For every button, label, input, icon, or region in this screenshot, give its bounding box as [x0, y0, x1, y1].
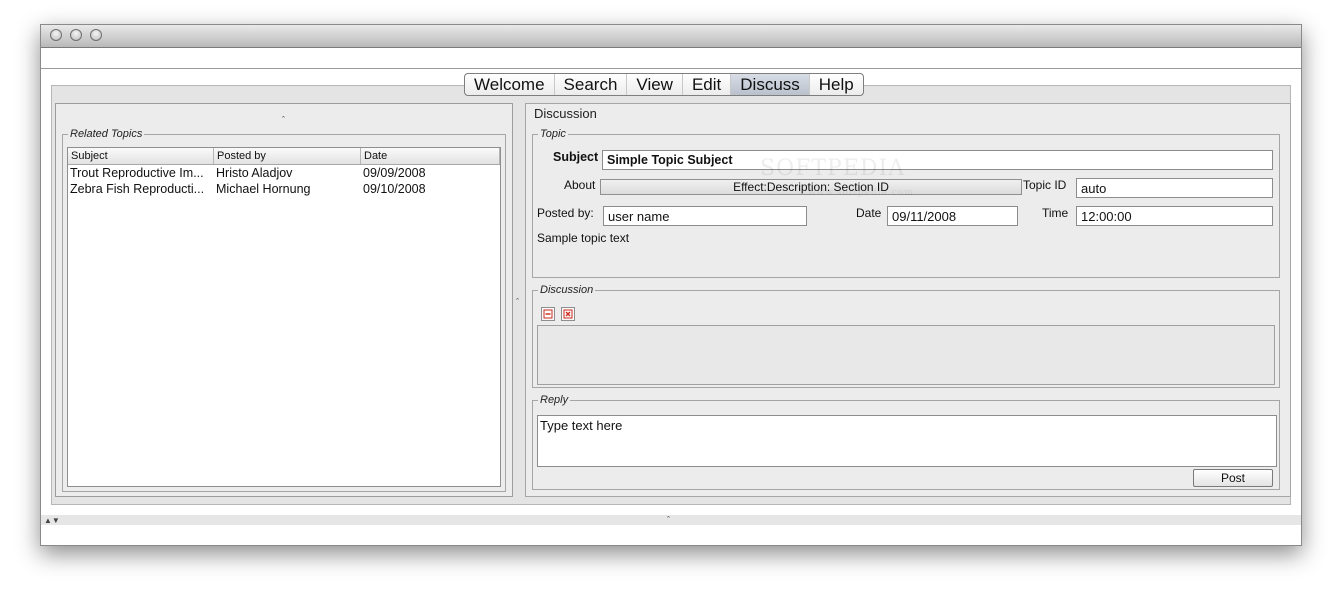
discussion-group: Discussion	[532, 283, 1280, 388]
tab-discuss[interactable]: Discuss	[731, 74, 810, 95]
minus-icon[interactable]	[541, 307, 555, 321]
column-header-posted-by[interactable]: Posted by	[214, 148, 361, 164]
time-label: Time	[1042, 206, 1069, 220]
tab-help[interactable]: Help	[810, 74, 863, 95]
topic-id-label: Topic ID	[1023, 178, 1067, 192]
posted-by-field[interactable]: user name	[603, 206, 807, 226]
subject-label: Subject	[553, 150, 599, 164]
status-bar: ▲▼ ˆ	[41, 515, 1301, 525]
post-button[interactable]: Post	[1193, 469, 1273, 487]
table-header: Subject Posted by Date	[68, 148, 500, 165]
split-divider-icon[interactable]: ˆ	[516, 298, 519, 307]
minimize-window-button[interactable]	[70, 29, 82, 41]
zoom-window-button[interactable]	[90, 29, 102, 41]
topic-id-field[interactable]: auto	[1076, 178, 1273, 198]
tab-welcome[interactable]: Welcome	[465, 74, 555, 95]
discussion-thread-area[interactable]	[537, 325, 1275, 385]
related-topics-legend: Related Topics	[68, 127, 145, 141]
posted-by-label: Posted by:	[537, 206, 594, 220]
bottom-split-icon[interactable]: ˆ	[667, 516, 670, 525]
title-bar	[41, 25, 1301, 48]
cell-subject: Zebra Fish Reproducti...	[70, 182, 205, 196]
close-window-button[interactable]	[50, 29, 62, 41]
cell-subject: Trout Reproductive Im...	[70, 166, 204, 180]
close-x-icon[interactable]	[561, 307, 575, 321]
discussion-pane: Discussion Topic Subject Simple Topic Su…	[525, 103, 1291, 497]
related-topics-pane: ˆ Related Topics Subject Posted by Date …	[55, 103, 513, 497]
table-row[interactable]: Zebra Fish Reproducti... Michael Hornung…	[68, 181, 500, 197]
time-field[interactable]: 12:00:00	[1076, 206, 1273, 226]
date-field[interactable]: 09/11/2008	[887, 206, 1018, 226]
related-topics-group: Related Topics Subject Posted by Date Tr…	[62, 127, 506, 492]
reply-textarea[interactable]: Type text here	[537, 415, 1277, 467]
discussion-pane-title: Discussion	[532, 106, 599, 121]
toolbar-strip	[41, 48, 1301, 69]
cell-date: 09/10/2008	[363, 182, 426, 196]
watermark-logo: SOFTPEDIA	[760, 156, 906, 181]
main-menu-tabs: Welcome Search View Edit Discuss Help	[464, 73, 864, 96]
cell-date: 09/09/2008	[363, 166, 426, 180]
app-window: Welcome Search View Edit Discuss Help ˆ …	[40, 24, 1302, 546]
topic-group: Topic Subject Simple Topic Subject About…	[532, 127, 1280, 278]
table-row[interactable]: Trout Reproductive Im... Hristo Aladjov …	[68, 165, 500, 181]
about-label: About	[564, 178, 596, 192]
tab-edit[interactable]: Edit	[683, 74, 732, 95]
cell-posted-by: Michael Hornung	[216, 182, 311, 196]
column-header-date[interactable]: Date	[361, 148, 500, 164]
cell-posted-by: Hristo Aladjov	[216, 166, 293, 180]
reply-group: Reply Type text here Post	[532, 393, 1280, 490]
split-arrows-icon[interactable]: ▲▼	[44, 516, 60, 525]
tab-search[interactable]: Search	[555, 74, 628, 95]
related-topics-table: Subject Posted by Date Trout Reproductiv…	[67, 147, 501, 487]
reply-legend: Reply	[538, 393, 571, 407]
topic-legend: Topic	[538, 127, 568, 141]
subject-field[interactable]: Simple Topic Subject	[602, 150, 1273, 170]
date-label: Date	[856, 206, 882, 220]
column-header-subject[interactable]: Subject	[68, 148, 214, 164]
collapse-up-icon[interactable]: ˆ	[282, 116, 285, 125]
discussion-legend: Discussion	[538, 283, 596, 297]
topic-body-text: Sample topic text	[537, 231, 630, 245]
tab-view[interactable]: View	[627, 74, 683, 95]
watermark-url: www.softpedia.com	[808, 188, 914, 198]
